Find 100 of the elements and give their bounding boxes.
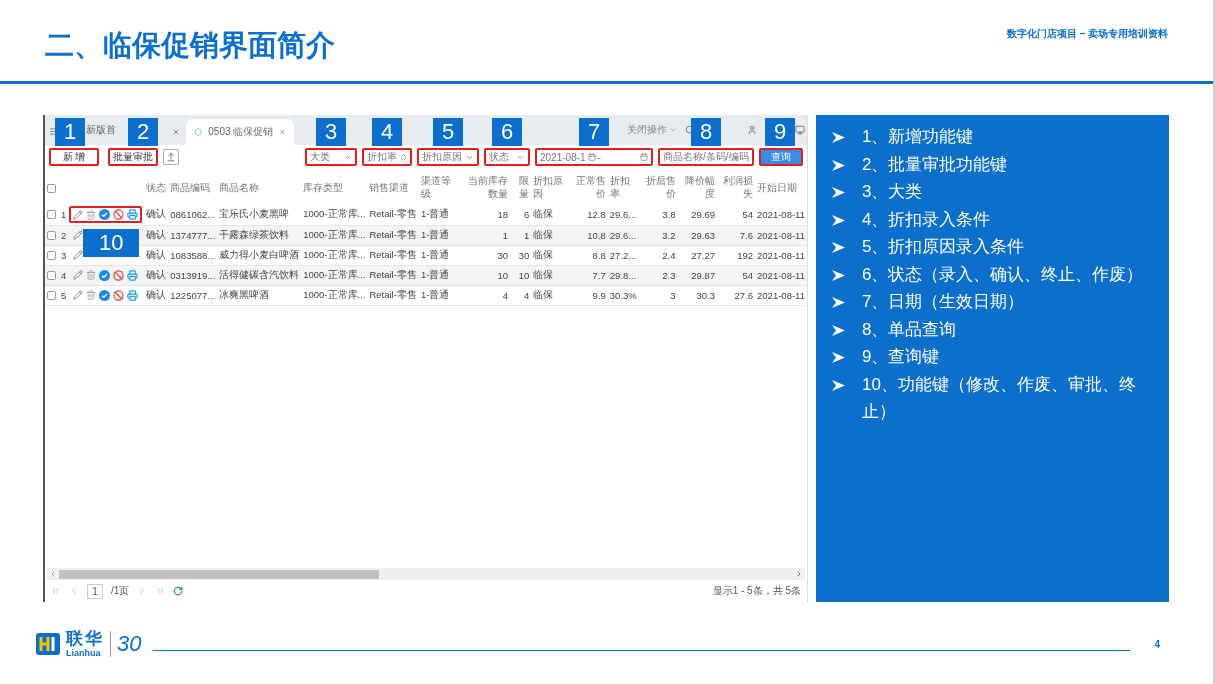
table-cell: 1000-正常库... <box>301 265 368 285</box>
callout-number: 1 <box>55 118 85 146</box>
table-cell: 7.6 <box>717 225 756 245</box>
scroll-right-icon[interactable] <box>795 570 803 578</box>
refresh-icon[interactable] <box>173 586 184 596</box>
row-number: 1 <box>61 209 67 221</box>
table-cell: 确认 <box>144 265 169 285</box>
trash-icon[interactable] <box>86 209 97 220</box>
shield-icon <box>194 127 203 137</box>
page-number: 4 <box>1154 638 1160 650</box>
checkbox[interactable] <box>47 210 56 220</box>
edit-icon[interactable] <box>73 209 84 220</box>
table-cell: 10 <box>459 265 510 285</box>
check-circle-icon[interactable] <box>99 289 111 301</box>
table-cell: 1-普通 <box>418 245 460 265</box>
monitor-icon[interactable] <box>795 125 805 135</box>
table-cell: 临保 <box>531 225 570 245</box>
trash-icon[interactable] <box>86 290 97 300</box>
table-cell: 1-普通 <box>418 225 460 245</box>
arrow-bullet-icon <box>832 269 845 281</box>
table-cell: 1 <box>509 225 532 245</box>
tab[interactable]: 新版首 <box>86 123 116 137</box>
page-number-field[interactable]: 1 <box>87 583 103 599</box>
search-field[interactable]: 商品名称/条码/编码 <box>658 148 754 166</box>
page-total: /1页 <box>111 584 130 598</box>
legend-item: 10、功能键（修改、作废、审批、终止） <box>862 373 1137 423</box>
table-cell: 确认 <box>144 205 169 225</box>
table-cell: 0313919... <box>168 265 218 285</box>
edit-icon[interactable] <box>73 290 84 300</box>
table-cell: 1083588... <box>168 245 218 265</box>
printer-icon[interactable] <box>127 209 139 221</box>
row-number: 2 <box>61 229 67 241</box>
checkbox[interactable] <box>47 250 56 260</box>
ban-icon[interactable] <box>113 269 125 281</box>
add-button[interactable]: 新 增 <box>49 148 99 166</box>
legend-item: 1、新增功能键 <box>862 126 974 148</box>
column-header: 销售渠道 <box>368 180 411 195</box>
menu-icon[interactable] <box>49 127 58 136</box>
edit-icon[interactable] <box>73 270 84 280</box>
table-cell: 临保 <box>531 265 570 285</box>
checkbox[interactable] <box>47 230 56 240</box>
upload-button[interactable] <box>163 149 179 165</box>
table-cell: 192 <box>717 245 756 265</box>
checkbox[interactable] <box>47 270 56 280</box>
table-cell: 29.63 <box>677 225 717 245</box>
brand-name: 联华 <box>66 630 104 648</box>
table-cell: 30.3% <box>607 285 641 305</box>
checkbox[interactable] <box>47 290 56 300</box>
logo-icon <box>36 633 60 655</box>
table-cell: 0861062... <box>168 205 218 225</box>
dropdown[interactable]: 状态 <box>484 148 530 166</box>
table-cell: 2021-08-11 <box>755 285 807 305</box>
horizontal-scrollbar[interactable] <box>47 568 805 580</box>
previous-page-icon[interactable] <box>69 586 79 596</box>
close-icon[interactable] <box>279 128 286 136</box>
checkbox[interactable] <box>47 183 56 193</box>
arrow-bullet-icon <box>832 379 845 391</box>
ban-icon[interactable] <box>113 209 125 221</box>
ban-icon[interactable] <box>113 289 125 301</box>
callout-number: 4 <box>372 118 402 146</box>
date-separator: - <box>597 151 601 163</box>
printer-icon[interactable] <box>127 289 139 301</box>
batch-approve-button[interactable]: 批量审批 <box>108 148 158 166</box>
trash-icon[interactable] <box>86 270 97 280</box>
callout-number: 2 <box>128 118 158 146</box>
user-icon[interactable] <box>747 125 757 135</box>
table-cell: 1225077... <box>168 285 218 305</box>
table-cell: 8.8 <box>569 245 608 265</box>
table-cell: 临保 <box>531 245 570 265</box>
table-cell: 活得健碳含汽饮料 <box>217 265 302 285</box>
spinner-arrows-icon <box>399 152 408 162</box>
check-circle-icon[interactable] <box>99 269 111 281</box>
column-header: 渠道等级 <box>419 174 452 201</box>
date-range-field[interactable]: 2021-08-1 - <box>535 148 653 166</box>
column-header: 限量 <box>518 174 531 201</box>
table-cell: 29.87 <box>677 265 717 285</box>
printer-icon[interactable] <box>127 269 139 281</box>
edit-icon[interactable] <box>73 250 84 260</box>
row-number: 3 <box>61 249 67 261</box>
table-cell: 29.69 <box>677 205 717 225</box>
table-cell: Retail-零售 <box>367 205 419 225</box>
number-field[interactable]: 折扣率 <box>362 148 412 166</box>
check-circle-icon[interactable] <box>99 209 111 221</box>
query-button[interactable]: 查询 <box>759 148 803 166</box>
edit-icon[interactable] <box>73 230 84 240</box>
legend-item: 2、批量审批功能键 <box>862 153 1008 176</box>
arrow-bullet-icon <box>832 159 845 171</box>
arrow-bullet-icon <box>832 297 845 308</box>
table-cell: 1-普通 <box>418 205 460 225</box>
dropdown[interactable]: 大类 <box>305 148 357 166</box>
column-header: 利润损失 <box>722 174 755 201</box>
legend-item: 6、状态（录入、确认、终止、作废） <box>862 263 1144 286</box>
close-icon[interactable] <box>172 128 180 136</box>
table-cell: 1-普通 <box>418 285 460 305</box>
dropdown[interactable]: 折扣原因 <box>417 148 479 166</box>
tab[interactable]: 0503 临保促销 <box>186 119 294 145</box>
dropdown-menu[interactable]: 关闭操作 <box>627 123 677 137</box>
scroll-left-icon[interactable] <box>49 570 57 578</box>
table-cell: 30.3 <box>677 285 717 305</box>
table-cell: 冰爽黑啤酒 <box>217 285 302 305</box>
